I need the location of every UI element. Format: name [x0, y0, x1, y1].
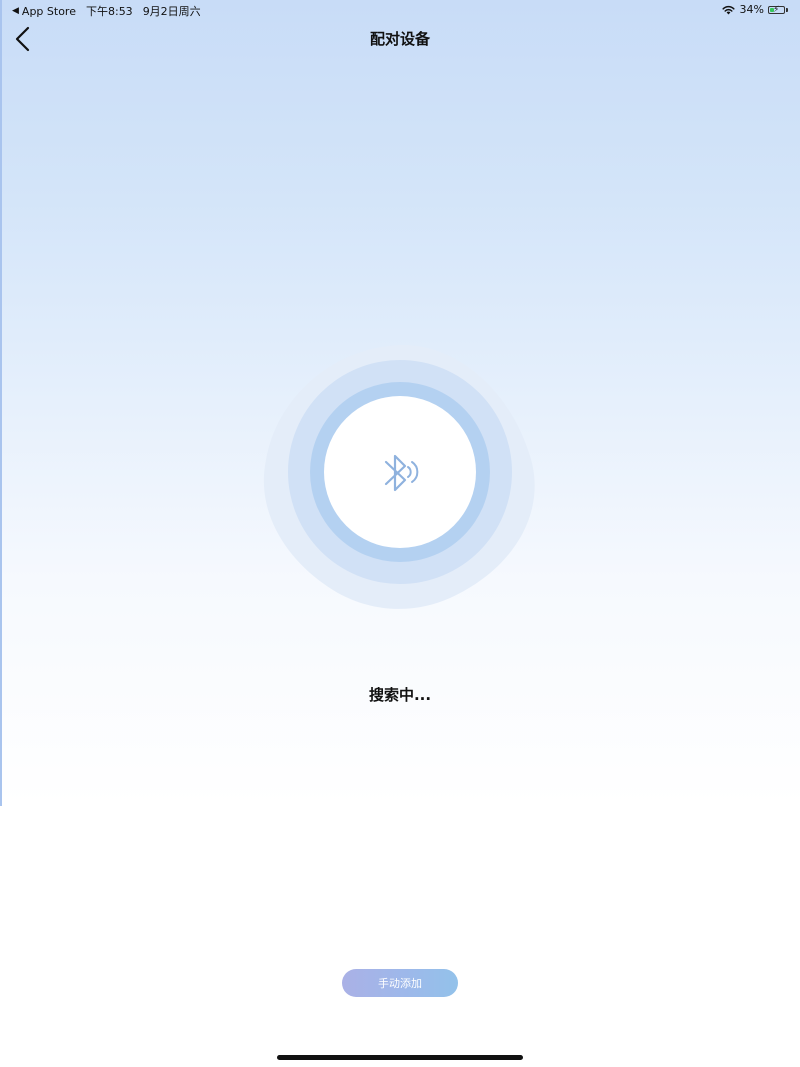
wifi-icon	[721, 5, 735, 14]
status-date: 9月2日周六	[142, 5, 201, 18]
home-indicator[interactable]	[277, 1055, 523, 1060]
page-title: 配对设备	[369, 30, 430, 48]
bluetooth-search-animation	[263, 344, 535, 609]
status-bar: ◀ App Store 下午8:53 9月2日周六 34% ⚡	[0, 0, 800, 20]
status-left: ◀ App Store 下午8:53 9月2日周六	[12, 3, 201, 19]
battery-percentage: 34%	[739, 3, 764, 16]
charging-bolt-icon: ⚡	[773, 4, 780, 15]
status-right: 34% ⚡	[721, 3, 788, 16]
status-time: 下午8:53	[85, 5, 133, 18]
back-triangle-icon[interactable]: ◀	[12, 6, 19, 16]
search-status-text: 搜索中...	[368, 686, 432, 704]
battery-cap	[786, 7, 788, 12]
back-to-app-label[interactable]: App Store	[22, 5, 76, 18]
battery-icon: ⚡	[768, 4, 785, 15]
manual-add-button[interactable]: 手动添加	[342, 969, 458, 997]
